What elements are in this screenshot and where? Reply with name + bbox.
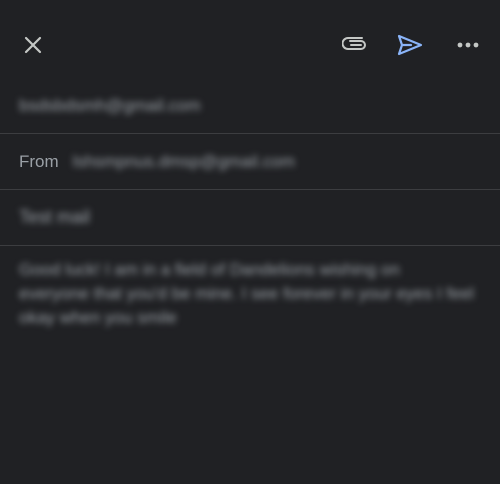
- compose-screen: bsdsbdsmh@gmail.com From lshsmpnus.dmsp@…: [0, 0, 500, 484]
- more-horizontal-icon: [457, 42, 479, 48]
- from-label: From: [19, 151, 59, 171]
- compose-toolbar: [0, 0, 500, 88]
- close-icon: [24, 36, 42, 54]
- more-options-button[interactable]: [449, 26, 487, 64]
- close-button[interactable]: [14, 26, 52, 64]
- paperclip-icon: [342, 37, 366, 50]
- to-field-row[interactable]: bsdsbdsmh@gmail.com: [0, 78, 500, 134]
- send-button[interactable]: [391, 26, 429, 64]
- message-body[interactable]: Good luck! I am in a field of Dandelions…: [19, 258, 474, 330]
- from-field[interactable]: lshsmpnus.dmsp@gmail.com: [73, 152, 295, 172]
- attach-button[interactable]: [336, 26, 374, 64]
- subject-field[interactable]: Test mail: [19, 207, 90, 228]
- to-field[interactable]: bsdsbdsmh@gmail.com: [19, 96, 201, 116]
- subject-field-row[interactable]: Test mail: [0, 190, 500, 246]
- from-field-row[interactable]: From lshsmpnus.dmsp@gmail.com: [0, 134, 500, 190]
- send-icon: [397, 34, 423, 56]
